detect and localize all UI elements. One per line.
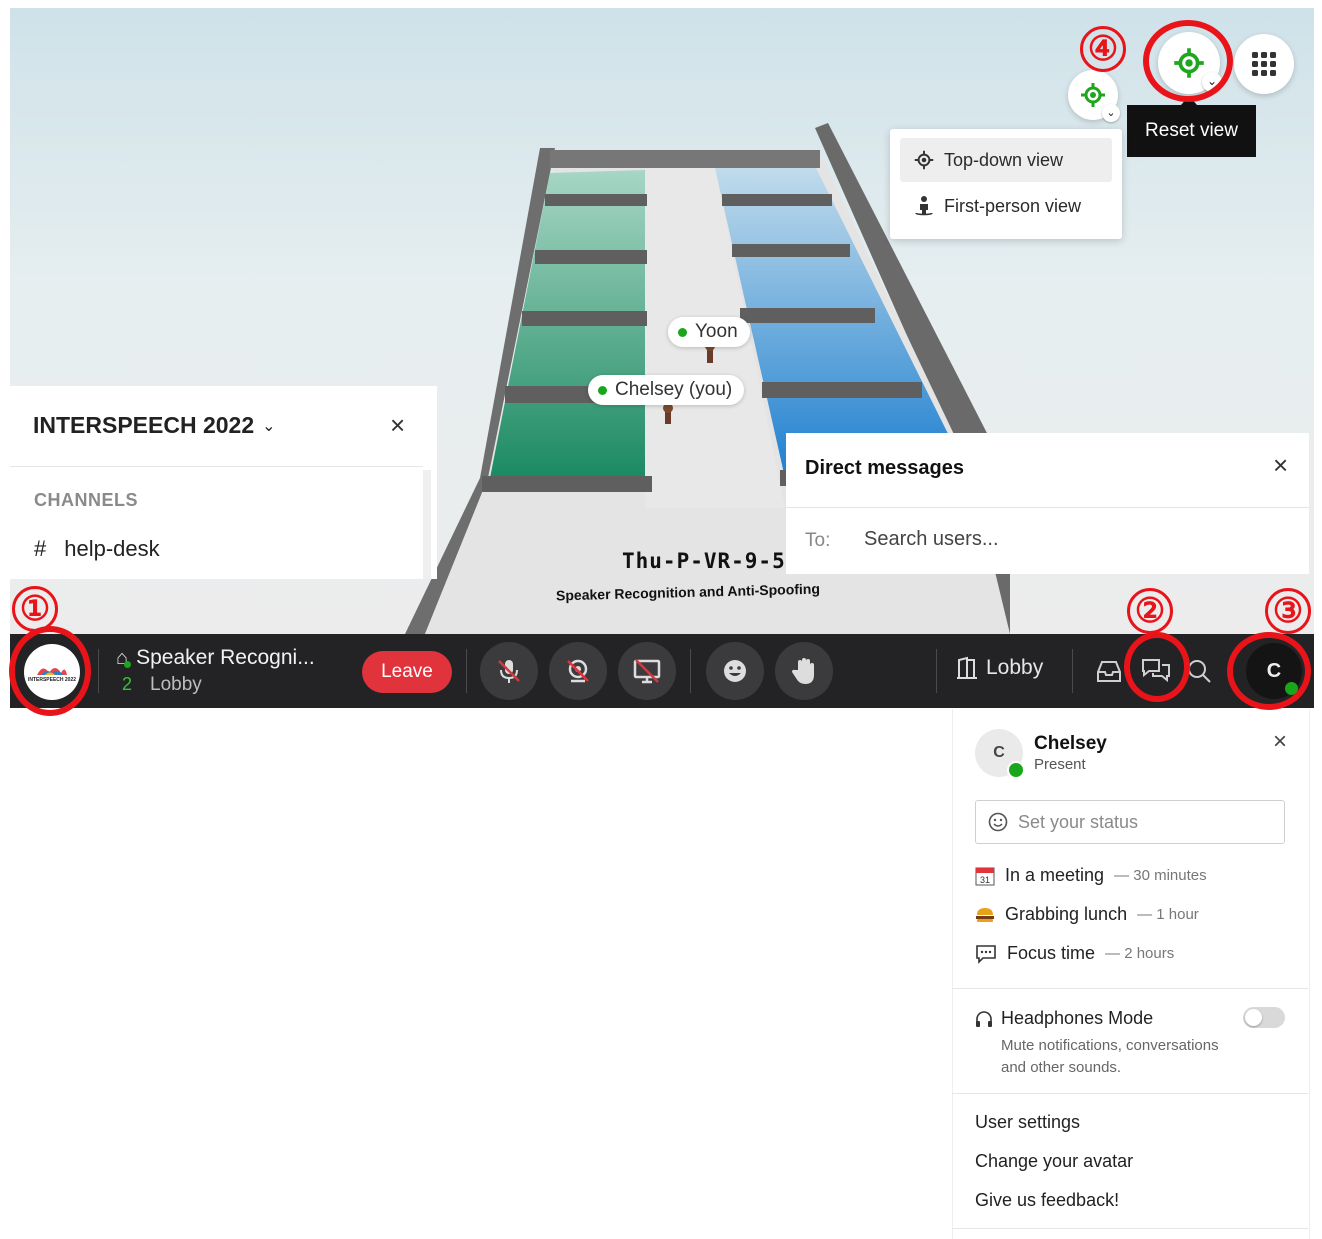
raise-hand-button[interactable] [775,642,833,700]
close-dm-icon[interactable]: × [1273,450,1288,481]
presence-status: Present [1034,756,1086,773]
reactions-button[interactable] [706,642,764,700]
status-preset-lunch[interactable]: Grabbing lunch — 1 hour [975,904,1199,925]
headphones-mode-label: Headphones Mode [975,1008,1153,1029]
screen-share-toggle[interactable] [618,642,676,700]
annotation-ring-3 [1227,632,1311,710]
annotation-number-2: ② [1127,588,1173,634]
workspace-sidebar: INTERSPEECH 2022 ⌄ × CHANNELS # help-des… [10,386,437,579]
view-mode-small-button[interactable]: ⌄ [1068,70,1120,122]
divider [10,466,423,467]
change-avatar-link[interactable]: Change your avatar [975,1151,1133,1172]
divider [952,1093,1308,1094]
microphone-off-icon [498,660,520,683]
headphones-icon [976,1010,992,1027]
channels-heading: CHANNELS [34,490,139,510]
participant-count: 2 [122,674,133,694]
person-icon [915,196,933,216]
user-settings-link[interactable]: User settings [975,1112,1080,1133]
online-status-dot [1007,761,1025,779]
divider [952,1228,1308,1229]
channel-item-help-desk[interactable]: # help-desk [34,536,160,562]
camera-toggle[interactable] [549,642,607,700]
search-icon[interactable] [1186,658,1212,689]
grid-icon [1252,52,1276,76]
online-dot [598,385,607,395]
close-sidebar-icon[interactable]: × [390,412,405,438]
apps-grid-button[interactable] [1234,34,1294,94]
reset-view-tooltip: Reset view [1127,105,1256,157]
profile-name: Chelsey [1034,733,1107,754]
set-status-input[interactable]: Set your status [975,800,1285,844]
annotation-number-4: ④ [1080,26,1126,72]
headphones-mode-toggle[interactable] [1243,1007,1285,1028]
status-preset-focus[interactable]: Focus time — 2 hours [975,943,1174,964]
door-icon [957,656,977,679]
divider [952,988,1308,989]
emoji-icon [724,660,746,682]
view-mode-menu: Top-down view First-person view [890,129,1122,239]
feedback-link[interactable]: Give us feedback! [975,1190,1119,1211]
divider [786,507,1309,508]
lobby-button[interactable]: Lobby [956,656,1043,680]
online-dot [678,327,687,337]
room-title: Thu-P-VR-9-5 [622,549,786,573]
screen-share-off-icon [633,659,661,684]
hand-icon [791,658,814,684]
avatar-label-yoon[interactable]: Yoon [668,317,750,347]
to-label: To: [805,530,831,551]
location-label: Lobby [150,674,202,695]
sidebar-scrollbar[interactable] [423,470,431,579]
status-preset-meeting[interactable]: 31 In a meeting — 30 minutes [975,865,1207,886]
annotation-ring-1 [9,626,91,716]
direct-messages-panel: Direct messages × To: Search users... [786,433,1309,574]
chevron-down-icon: ⌄ [262,417,276,435]
camera-off-icon [567,659,589,683]
room-name: Speaker Recogni... [136,646,315,669]
avatar-label-self[interactable]: Chelsey (you) [588,375,745,405]
chevron-down-icon: ⌄ [1102,104,1120,122]
calendar-icon: 31 [975,867,995,885]
toggle-knob [1245,1009,1262,1026]
smiley-icon [988,812,1008,832]
crosshair-icon [1081,83,1105,107]
direct-messages-title: Direct messages [805,457,964,479]
burger-icon [976,907,994,922]
home-icon: ⌂ [116,647,132,670]
search-users-input[interactable]: Search users... [864,528,1284,551]
leave-button[interactable]: Leave [362,651,452,693]
annotation-number-3: ③ [1265,588,1311,634]
microphone-toggle[interactable] [480,642,538,700]
menu-item-first-person-view[interactable]: First-person view [900,184,1112,228]
crosshair-icon [914,150,934,170]
headphones-description: Mute notifications, conversations and ot… [1001,1037,1219,1076]
annotation-number-1: ① [12,586,58,632]
menu-item-top-down-view[interactable]: Top-down view [900,138,1112,182]
inbox-icon[interactable] [1096,658,1122,689]
speech-bubble-icon [976,944,996,964]
hash-icon: # [34,536,47,561]
bottom-toolbar: INTERSPEECH 2022 ⌂ Speaker Recogni... 2 … [10,634,1314,708]
annotation-ring-4 [1143,20,1233,102]
close-profile-icon[interactable]: × [1273,728,1287,756]
avatar: C [975,729,1025,779]
annotation-ring-2 [1124,632,1190,702]
workspace-switcher[interactable]: INTERSPEECH 2022 ⌄ [33,412,276,439]
room-info[interactable]: ⌂ Speaker Recogni... [116,646,315,670]
svg-text:31: 31 [980,875,990,885]
